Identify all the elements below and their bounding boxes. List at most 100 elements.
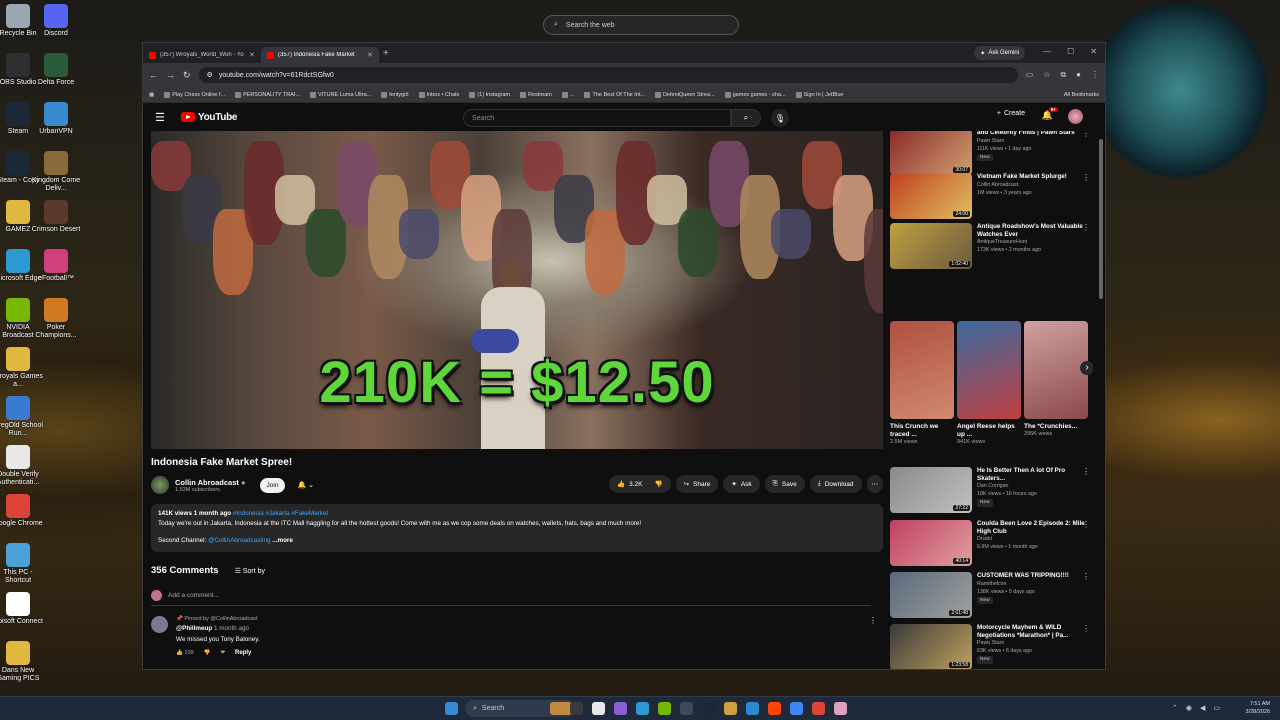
bookmark-item[interactable]: Play Chess Online f... bbox=[164, 91, 225, 98]
video-thumbnail[interactable]: 30:07 bbox=[890, 131, 972, 175]
shorts-next-icon[interactable]: › bbox=[1080, 361, 1093, 375]
channel-name[interactable]: Druski bbox=[977, 535, 1090, 543]
video-title[interactable]: Coulda Been Love 2 Episode 2: Mile High … bbox=[977, 520, 1090, 535]
video-title[interactable]: and Celebrity Finds | Pawn Stars bbox=[977, 131, 1090, 137]
account-avatar[interactable] bbox=[1068, 109, 1083, 124]
channel-name[interactable]: Dan Corrigan bbox=[977, 482, 1090, 490]
video-menu-icon[interactable]: ⋮ bbox=[1082, 131, 1090, 138]
page-scrollbar[interactable] bbox=[1099, 139, 1103, 299]
video-player[interactable]: 210K = $12.50 bbox=[151, 131, 883, 449]
recommended-video[interactable]: 1:02:40 Antique Roadshow's Most Valuable … bbox=[890, 223, 1090, 269]
app-icon[interactable] bbox=[834, 702, 847, 715]
ask-gemini-button[interactable]: ✦ Ask Gemini bbox=[974, 46, 1025, 60]
video-thumbnail[interactable]: 27:22 bbox=[890, 467, 972, 513]
maximize-icon[interactable]: ☐ bbox=[1067, 47, 1074, 56]
create-button[interactable]: + Create bbox=[997, 110, 1025, 117]
more-actions-button[interactable]: ⋯ bbox=[866, 475, 883, 493]
menu-icon[interactable]: ⋮ bbox=[1091, 70, 1099, 80]
start-button[interactable] bbox=[445, 702, 458, 715]
bookmark-item[interactable]: VITURE Luma Ultra... bbox=[310, 91, 371, 98]
channel-name[interactable]: Collin Abroadcast ● bbox=[175, 478, 246, 487]
recommended-video[interactable]: 2:01:48 CUSTOMER WAS TRIPPING!!!! Ramithel… bbox=[890, 572, 1090, 618]
bookmark-star-icon[interactable]: ☆ bbox=[1043, 70, 1050, 80]
video-thumbnail[interactable]: 24:00 bbox=[890, 173, 972, 219]
file-icon[interactable] bbox=[592, 702, 605, 715]
recommended-video[interactable]: 40:14 Coulda Been Love 2 Episode 2: Mile … bbox=[890, 520, 1090, 566]
comment-menu-icon[interactable]: ⋮ bbox=[869, 616, 877, 625]
minimize-icon[interactable]: — bbox=[1043, 47, 1051, 56]
desktop-icon[interactable]: Double Verify Authenticati... bbox=[0, 445, 43, 487]
close-tab-icon[interactable]: ✕ bbox=[367, 51, 373, 59]
desktop-icon[interactable]: Discord bbox=[31, 4, 81, 38]
video-thumbnail[interactable]: 1:02:40 bbox=[890, 223, 972, 269]
reply-button[interactable]: Reply bbox=[235, 650, 251, 656]
reddit-icon[interactable] bbox=[768, 702, 781, 715]
video-thumbnail[interactable]: 40:14 bbox=[890, 520, 972, 566]
explorer-icon[interactable] bbox=[550, 702, 572, 715]
reload-icon[interactable]: ↻ bbox=[183, 70, 191, 81]
video-thumbnail[interactable]: 1:23:58 bbox=[890, 624, 972, 669]
ask-button[interactable]: ✦ Ask bbox=[723, 475, 760, 493]
extensions-icon[interactable]: ⧉ bbox=[1060, 70, 1066, 80]
desktop-icon[interactable]: GregOld School Run... bbox=[0, 396, 43, 438]
bookmark-item[interactable]: Inbox • Chats bbox=[418, 91, 459, 98]
youtube-search-input[interactable]: Search bbox=[463, 109, 731, 127]
video-menu-icon[interactable]: ⋮ bbox=[1082, 572, 1090, 581]
browser-tab-2[interactable]: (357) Indonesia Fake Market ✕ bbox=[261, 47, 379, 63]
add-comment-input[interactable]: Add a comment... bbox=[151, 590, 871, 606]
hashtags[interactable]: #Indonesia #Jakarta #FakeMarket bbox=[233, 510, 328, 517]
channel-name[interactable]: Ramithelcon bbox=[977, 580, 1090, 588]
apps-icon[interactable]: ▦ bbox=[149, 92, 154, 98]
download-button[interactable]: ⤓ Download bbox=[809, 475, 862, 493]
second-channel-link[interactable]: @CollinAbroadcasting bbox=[208, 537, 270, 544]
short-title[interactable]: This Crunch we traced ... bbox=[890, 423, 954, 439]
close-tab-icon[interactable]: ✕ bbox=[249, 51, 255, 59]
bookmark-item[interactable]: fentygirl bbox=[381, 91, 409, 98]
short-thumbnail[interactable] bbox=[1024, 321, 1088, 419]
app-icon[interactable] bbox=[680, 702, 693, 715]
video-menu-icon[interactable]: ⋮ bbox=[1082, 223, 1090, 232]
short-title[interactable]: Angel Reese helps up ... bbox=[957, 423, 1021, 439]
video-title[interactable]: Motorcycle Mayhem & WILD Negotiations *M… bbox=[977, 624, 1090, 639]
youtube-logo[interactable]: YouTube bbox=[181, 112, 238, 123]
comment-like-button[interactable]: 👍 109 bbox=[176, 650, 194, 656]
short-item[interactable]: The *Crunchies... 295K views bbox=[1024, 321, 1088, 437]
all-bookmarks-button[interactable]: All Bookmarks bbox=[1064, 92, 1099, 98]
recommended-video[interactable]: 24:00 Vietnam Fake Market Splurge! Collin … bbox=[890, 173, 1090, 219]
battery-icon[interactable]: ▭ bbox=[1213, 704, 1220, 712]
recommended-video[interactable]: 27:22 He Is Better Then A lot Of Pro Skat… bbox=[890, 467, 1090, 513]
short-thumbnail[interactable] bbox=[890, 321, 954, 419]
nvidia-icon[interactable] bbox=[658, 702, 671, 715]
desktop-icon[interactable]: Crimson Desert bbox=[31, 200, 81, 234]
bookmark-item[interactable]: (1) Instagram bbox=[469, 91, 510, 98]
desktop-icon[interactable]: Dans New Gaming PICS bbox=[0, 641, 43, 683]
desktop-icon[interactable]: Ubisoft Connect bbox=[0, 592, 43, 626]
forward-icon[interactable]: → bbox=[166, 70, 175, 80]
bookmark-item[interactable]: ... bbox=[561, 91, 574, 98]
video-title[interactable]: Vietnam Fake Market Splurge! bbox=[977, 173, 1090, 181]
desktop-icon[interactable]: Delta Force bbox=[31, 53, 81, 87]
close-window-icon[interactable]: ✕ bbox=[1090, 47, 1097, 56]
clock[interactable]: 7:51 AM 3/28/2026 bbox=[1246, 700, 1270, 716]
channel-name[interactable]: Pawn Stars bbox=[977, 137, 1090, 145]
desktop-icon[interactable]: Wroyals Games a... bbox=[0, 347, 43, 389]
chevron-up-icon[interactable]: ⌃ bbox=[1172, 704, 1178, 712]
desktop-icon[interactable]: UrbanVPN bbox=[31, 102, 81, 136]
task-view-icon[interactable] bbox=[570, 702, 583, 715]
join-button[interactable]: Join bbox=[259, 477, 286, 493]
subscription-bell-button[interactable]: 🔔 ⌄ bbox=[297, 481, 314, 489]
folder-icon[interactable] bbox=[724, 702, 737, 715]
volume-icon[interactable]: ◀ bbox=[1200, 704, 1205, 712]
edge-icon[interactable] bbox=[636, 702, 649, 715]
comment-dislike-button[interactable]: 👎 bbox=[204, 650, 211, 656]
channel-name[interactable]: AntiqueTreasureHunt bbox=[977, 238, 1090, 246]
show-more-button[interactable]: ...more bbox=[272, 537, 293, 544]
save-button[interactable]: ⎘ Save bbox=[764, 475, 805, 493]
video-menu-icon[interactable]: ⋮ bbox=[1082, 520, 1090, 529]
site-info-icon[interactable]: ⚙ bbox=[207, 71, 213, 79]
back-icon[interactable]: ← bbox=[149, 70, 158, 80]
recommended-video[interactable]: 30:07 and Celebrity Finds | Pawn Stars Paw… bbox=[890, 131, 1090, 175]
short-title[interactable]: The *Crunchies... bbox=[1024, 423, 1088, 431]
video-thumbnail[interactable]: 2:01:48 bbox=[890, 572, 972, 618]
commenter-name[interactable]: @Phillmeup bbox=[176, 625, 212, 632]
